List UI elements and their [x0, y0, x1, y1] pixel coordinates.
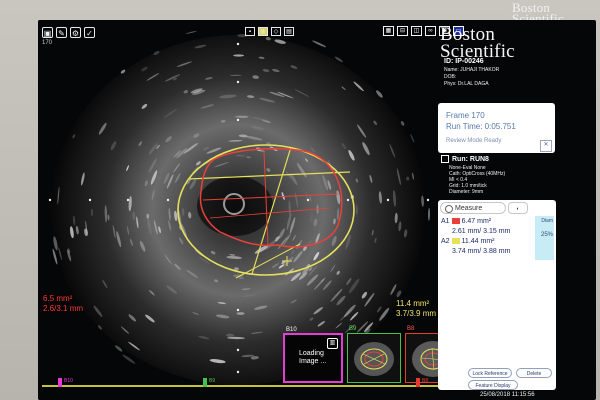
a2-color-badge [451, 238, 460, 245]
trash-icon[interactable]: ▥ [327, 338, 338, 349]
lumen-core [197, 176, 273, 236]
patient-dob: DOB: [444, 74, 457, 80]
wrench-icon[interactable]: ✕ [540, 140, 552, 152]
loading-text: Loading Image ... [299, 350, 327, 365]
timeline-marker-b10[interactable] [58, 378, 62, 387]
image-icon[interactable]: ▣ [42, 27, 53, 38]
film-icon[interactable]: ◫ [411, 26, 422, 36]
measure-panel: Measure ◐ Diam 25% A1 6.47 mm² 2.61 mm/ 3… [438, 200, 556, 390]
lumen-area-text: 6.5 mm² [43, 294, 73, 303]
measure-circle-icon [445, 205, 453, 213]
check-icon[interactable]: ✓ [84, 27, 95, 38]
thumb-image [348, 334, 400, 382]
thumb-label: B10 [286, 327, 297, 333]
a2-dims: 3.74 mm/ 3.88 mm [452, 248, 511, 255]
grid-dot [236, 42, 240, 46]
monitor-photo: Boston Scientific ▣ ✎ ⚙ ✓ 170 ▪ ◎ ◇ ▤ ▦ … [0, 0, 600, 400]
patient-name: Name: JUHAJI THAKOR [444, 67, 500, 73]
timeline-marker-b8[interactable] [416, 378, 420, 387]
delete-button[interactable]: Delete [516, 368, 552, 378]
measure-tab[interactable]: Measure [440, 202, 506, 214]
run-checkbox[interactable] [441, 155, 449, 163]
loop-icon[interactable]: ∞ [425, 26, 436, 36]
lumen-icon[interactable]: ◎ [258, 27, 268, 36]
thumb-label: B9 [349, 326, 357, 332]
a1-color-badge [451, 218, 460, 225]
frame-number: Frame 170 [446, 111, 485, 120]
pullback-timeline[interactable] [42, 385, 465, 387]
lumen-dims-text: 2.6/3.1 mm [43, 304, 84, 313]
stenosis-percent: 25% [540, 232, 553, 238]
a2-area: 11.44 mm² [461, 238, 495, 245]
speckle [356, 204, 358, 216]
a1-label: A1 [441, 218, 450, 225]
diam-label: Diam [541, 218, 553, 224]
grid-dot [166, 198, 170, 202]
vessel-icon[interactable]: ◇ [271, 27, 281, 36]
grid-dot [236, 308, 240, 312]
edit-icon[interactable]: ✎ [56, 27, 67, 38]
grid-dot [236, 80, 240, 84]
print-icon[interactable]: ▦ [383, 26, 394, 36]
run-diameter: Diameter: 9mm [449, 189, 484, 195]
timeline-label-b10: B10 [64, 378, 73, 384]
speckle [233, 54, 245, 57]
frame-info-box: Frame 170 Run Time: 0:05.751 Review Mode… [438, 103, 555, 153]
run-header[interactable]: Run: RUN8 [441, 155, 489, 163]
view-icon[interactable]: ▪ [245, 27, 255, 36]
review-status: Review Mode Ready [446, 138, 502, 144]
compare-icon[interactable]: ▤ [284, 27, 294, 36]
grid-dot [88, 198, 92, 202]
grid-dot [236, 348, 240, 352]
timeline-label-b8: B8 [422, 378, 429, 384]
ivus-screen: ▣ ✎ ⚙ ✓ 170 ▪ ◎ ◇ ▤ ▦ ⊟ ◫ ∞ ◉ ▭ 6.5 mm² … [38, 20, 596, 400]
a1-dims: 2.61 mm/ 3.15 mm [452, 228, 511, 235]
center-toolbar: ▪ ◎ ◇ ▤ [245, 27, 294, 36]
grid-dot [236, 370, 240, 374]
patient-id: ID: IP-00246 [444, 58, 484, 65]
timeline-label-b9: B9 [209, 378, 216, 384]
ivus-image [38, 20, 468, 400]
a1-row[interactable]: A1 6.47 mm² [441, 218, 491, 226]
top-left-toolbar: ▣ ✎ ⚙ ✓ [42, 27, 95, 38]
measure-tool-tab[interactable]: ◐ [508, 202, 528, 214]
grid-dot [126, 198, 130, 202]
brand-logo: Boston Scientific [440, 24, 515, 62]
datetime-stamp: 25/08/2018 11:15:56 [480, 392, 535, 398]
grid-dot [48, 198, 52, 202]
a1-area: 6.47 mm² [461, 218, 492, 225]
feature-display-button[interactable]: Feature Display [468, 380, 518, 390]
export-icon[interactable]: ⊟ [397, 26, 408, 36]
vessel-dims-text: 3.7/3.9 mm [396, 309, 437, 318]
bookmark-thumb-b9[interactable]: B9 [347, 326, 401, 383]
grid-dot [346, 198, 350, 202]
patient-info: Name: JUHAJI THAKOR DOB: Phys: Dr.LAL DA… [444, 67, 499, 88]
subframe-number: 170 [42, 40, 53, 46]
grid-dot [386, 198, 390, 202]
lock-reference-button[interactable]: Lock Reference [468, 368, 512, 378]
vessel-area-text: 11.4 mm² [396, 299, 430, 308]
thumb-label: B8 [407, 326, 415, 332]
settings-icon[interactable]: ⚙ [70, 27, 81, 38]
grid-dot [426, 198, 430, 202]
grid-dot [236, 118, 240, 122]
a2-row[interactable]: A2 11.44 mm² [441, 238, 495, 246]
measure-tab-label: Measure [455, 205, 483, 212]
ruler-icon: ◐ [516, 206, 520, 212]
run-title: Run: RUN8 [452, 155, 489, 163]
vessel-measurement-overlay: 11.4 mm² 3.7/3.9 mm [396, 299, 436, 319]
bookmark-thumb-b10[interactable]: B10 ▥ Loading Image ... [283, 327, 343, 383]
patient-phys: Phys: Dr.LAL DAGA [444, 81, 489, 87]
a2-label: A2 [441, 238, 450, 245]
timeline-marker-b9[interactable] [203, 378, 207, 387]
run-info: None-Eval None Cath: OptiCross (40MHz) M… [449, 165, 505, 195]
run-time: Run Time: 0:05.751 [446, 122, 516, 131]
lumen-measurement-overlay: 6.5 mm² 2.6/3.1 mm [43, 294, 83, 314]
grid-dot [306, 198, 310, 202]
